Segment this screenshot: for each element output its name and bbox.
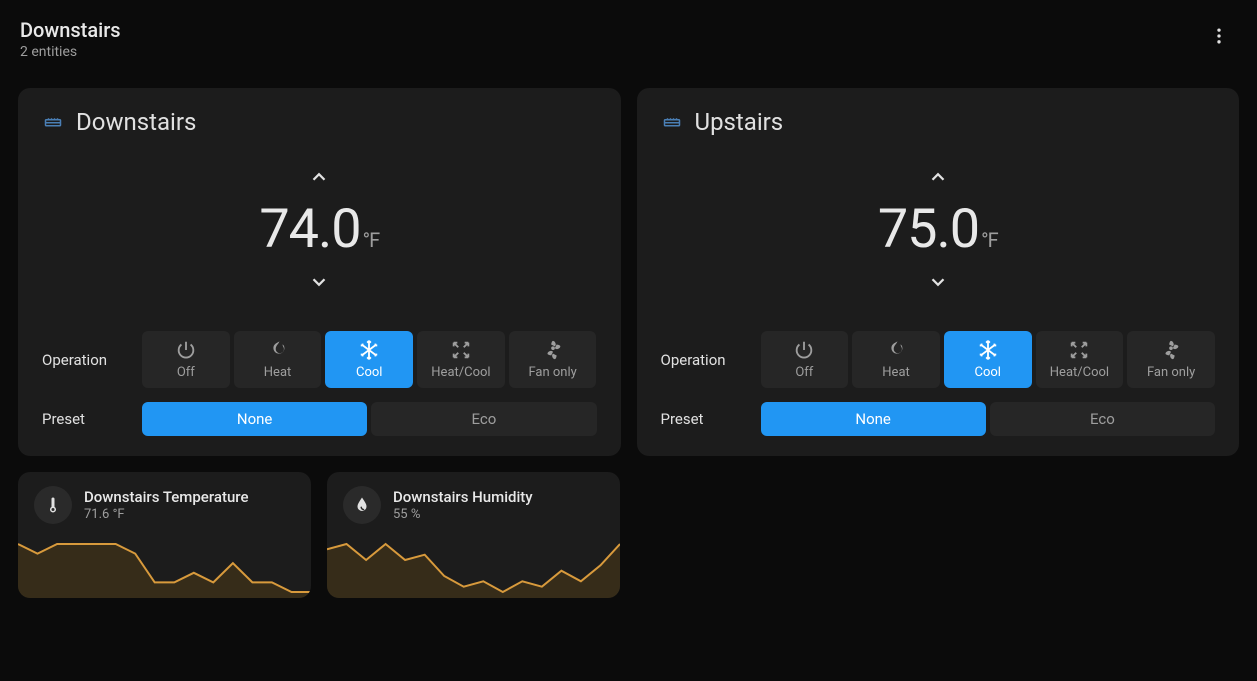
setpoint-number: 75.0 bbox=[878, 198, 979, 261]
header-left: Downstairs 2 entities bbox=[20, 18, 121, 60]
mode-heat-button[interactable]: Heat bbox=[852, 331, 940, 388]
zone-icon bbox=[661, 113, 683, 131]
sensor-row: Downstairs Temperature71.6 °F Downstairs… bbox=[18, 472, 1239, 598]
mode-heat_cool-button[interactable]: Heat/Cool bbox=[417, 331, 505, 388]
heat-icon bbox=[885, 339, 907, 361]
mode-label: Heat/Cool bbox=[431, 365, 490, 380]
sensor-value: 71.6 °F bbox=[84, 507, 248, 522]
off-icon bbox=[175, 339, 197, 361]
setpoint-down-button[interactable] bbox=[921, 265, 955, 299]
preset-label: Preset bbox=[661, 410, 749, 428]
setpoint-up-button[interactable] bbox=[921, 160, 955, 194]
setpoint-block: 74.0°F bbox=[42, 160, 597, 299]
preset-buttons: NoneEco bbox=[761, 402, 1216, 436]
preset-eco-button[interactable]: Eco bbox=[990, 402, 1215, 436]
setpoint-unit: °F bbox=[363, 228, 380, 252]
mode-heat_cool-button[interactable]: Heat/Cool bbox=[1036, 331, 1124, 388]
operation-label: Operation bbox=[42, 351, 130, 369]
sensor-card[interactable]: Downstairs Humidity55 % bbox=[327, 472, 620, 598]
mode-fan_only-button[interactable]: Fan only bbox=[1127, 331, 1215, 388]
mode-fan_only-button[interactable]: Fan only bbox=[509, 331, 597, 388]
preset-none-button[interactable]: None bbox=[142, 402, 367, 436]
operation-row: Operation Off Heat Cool Heat/Cool Fan only bbox=[661, 331, 1216, 388]
sensor-header: Downstairs Humidity55 % bbox=[327, 472, 620, 524]
mode-label: Heat bbox=[882, 365, 910, 380]
cool-icon bbox=[358, 339, 380, 361]
mode-cool-button[interactable]: Cool bbox=[944, 331, 1032, 388]
card-title[interactable]: Downstairs bbox=[76, 108, 196, 136]
sensor-text: Downstairs Humidity55 % bbox=[393, 488, 533, 522]
mode-label: Heat bbox=[264, 365, 292, 380]
mode-label: Heat/Cool bbox=[1050, 365, 1109, 380]
sensor-chart bbox=[327, 538, 620, 598]
sensor-chart bbox=[18, 538, 311, 598]
mode-off-button[interactable]: Off bbox=[761, 331, 849, 388]
thermostat-cards: Downstairs74.0°FOperationOffHeatCoolHeat… bbox=[18, 88, 1239, 456]
setpoint-block: 75.0°F bbox=[661, 160, 1216, 299]
heat_cool-icon bbox=[450, 339, 472, 361]
preset-eco-button[interactable]: Eco bbox=[371, 402, 596, 436]
card-header: Upstairs bbox=[661, 108, 1216, 136]
fan_only-icon bbox=[542, 339, 564, 361]
preset-buttons: NoneEco bbox=[142, 402, 597, 436]
mode-label: Fan only bbox=[528, 365, 576, 380]
setpoint-down-button[interactable] bbox=[302, 265, 336, 299]
preset-row: Preset NoneEco bbox=[661, 402, 1216, 436]
fan_only-icon bbox=[1160, 339, 1182, 361]
setpoint-value: 75.0°F bbox=[878, 198, 998, 261]
page-header: Downstairs 2 entities bbox=[18, 18, 1239, 60]
setpoint-unit: °F bbox=[981, 228, 998, 252]
sensor-name: Downstairs Temperature bbox=[84, 488, 248, 506]
thermostat-card: Downstairs 74.0°F Operation Off Heat Cool Heat… bbox=[18, 88, 621, 456]
page-title: Downstairs bbox=[20, 18, 121, 42]
chevron-up-icon bbox=[927, 166, 949, 188]
operation-label: Operation bbox=[661, 351, 749, 369]
mode-label: Cool bbox=[356, 365, 382, 380]
sensor-value: 55 % bbox=[393, 507, 533, 522]
mode-label: Off bbox=[795, 365, 813, 380]
setpoint-number: 74.0 bbox=[259, 198, 360, 261]
card-header: Downstairs bbox=[42, 108, 597, 136]
heat_cool-icon bbox=[1068, 339, 1090, 361]
card-title[interactable]: Upstairs bbox=[695, 108, 784, 136]
sensor-card[interactable]: Downstairs Temperature71.6 °F bbox=[18, 472, 311, 598]
dots-vertical-icon bbox=[1209, 26, 1229, 46]
zone-icon bbox=[42, 113, 64, 131]
mode-label: Off bbox=[177, 365, 195, 380]
more-options-button[interactable] bbox=[1201, 18, 1237, 54]
heat-icon bbox=[267, 339, 289, 361]
sensor-text: Downstairs Temperature71.6 °F bbox=[84, 488, 248, 522]
page-subtitle: 2 entities bbox=[20, 44, 121, 60]
chevron-up-icon bbox=[308, 166, 330, 188]
operation-buttons: Off Heat Cool Heat/Cool Fan only bbox=[761, 331, 1216, 388]
mode-label: Fan only bbox=[1147, 365, 1195, 380]
setpoint-up-button[interactable] bbox=[302, 160, 336, 194]
off-icon bbox=[793, 339, 815, 361]
chevron-down-icon bbox=[927, 271, 949, 293]
preset-none-button[interactable]: None bbox=[761, 402, 986, 436]
operation-buttons: Off Heat Cool Heat/Cool Fan only bbox=[142, 331, 597, 388]
setpoint-value: 74.0°F bbox=[259, 198, 379, 261]
operation-row: Operation Off Heat Cool Heat/Cool Fan only bbox=[42, 331, 597, 388]
thermostat-card: Upstairs 75.0°F Operation Off Heat Cool Heat/C… bbox=[637, 88, 1240, 456]
sensor-header: Downstairs Temperature71.6 °F bbox=[18, 472, 311, 524]
thermometer-icon bbox=[34, 486, 72, 524]
preset-row: Preset NoneEco bbox=[42, 402, 597, 436]
water-drop-icon bbox=[343, 486, 381, 524]
sensor-name: Downstairs Humidity bbox=[393, 488, 533, 506]
cool-icon bbox=[977, 339, 999, 361]
preset-label: Preset bbox=[42, 410, 130, 428]
mode-off-button[interactable]: Off bbox=[142, 331, 230, 388]
mode-label: Cool bbox=[975, 365, 1001, 380]
mode-cool-button[interactable]: Cool bbox=[325, 331, 413, 388]
chevron-down-icon bbox=[308, 271, 330, 293]
mode-heat-button[interactable]: Heat bbox=[234, 331, 322, 388]
